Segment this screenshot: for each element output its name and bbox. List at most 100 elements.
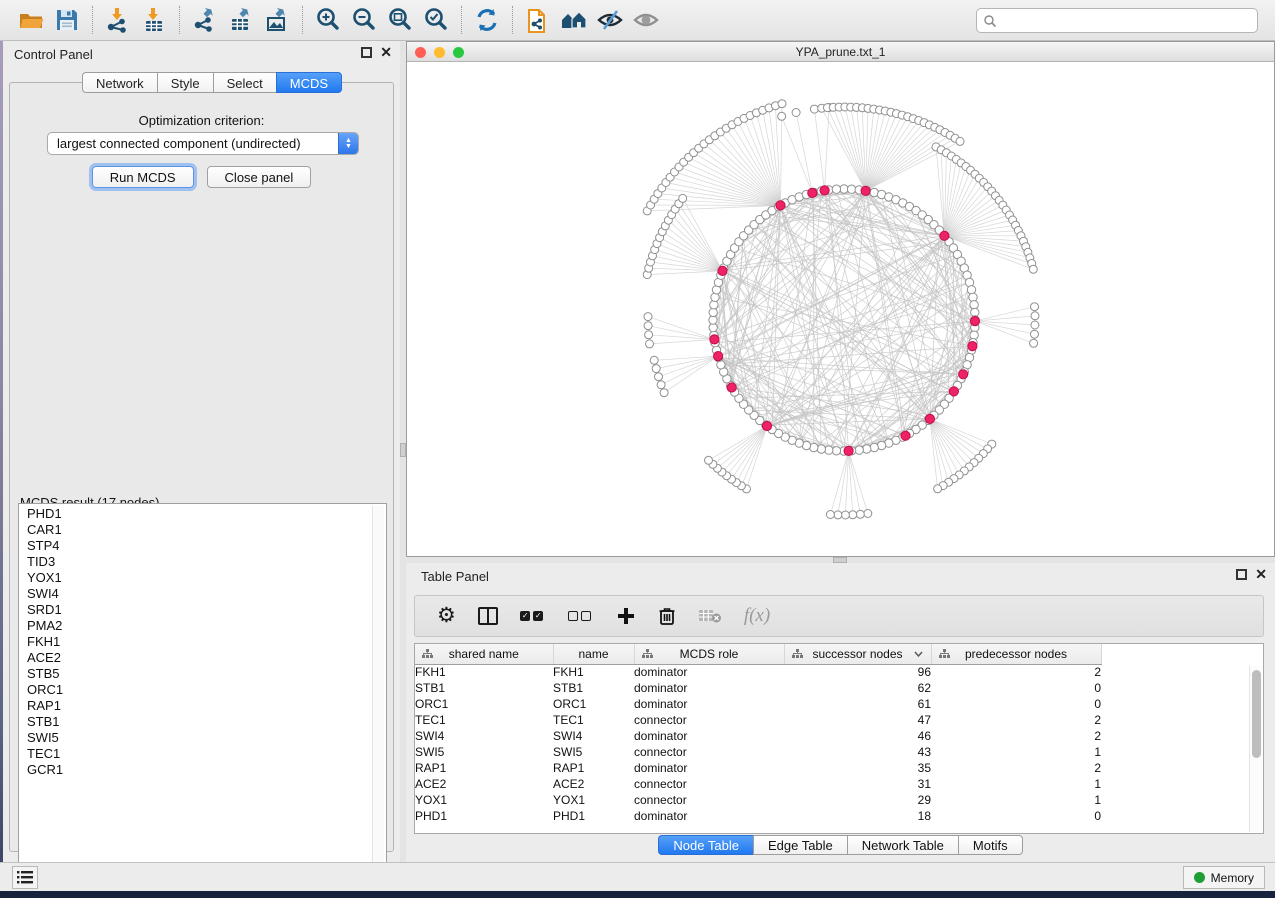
mcds-result-item[interactable]: STP4: [21, 538, 372, 554]
network-leaf-node[interactable]: [679, 194, 687, 202]
export-image-button[interactable]: [262, 5, 292, 35]
mcds-hub-node[interactable]: [714, 352, 723, 361]
cell-shared-name[interactable]: FKH1: [415, 664, 553, 680]
column-header-shared-name[interactable]: shared name: [415, 644, 553, 664]
table-row[interactable]: PHD1PHD1dominator180: [415, 808, 1101, 824]
save-session-button[interactable]: [52, 5, 82, 35]
cell-MCDS-role[interactable]: dominator: [634, 680, 784, 696]
network-leaf-node[interactable]: [778, 112, 786, 120]
cell-name[interactable]: FKH1: [553, 664, 634, 680]
column-header-name[interactable]: name: [553, 644, 634, 664]
table-row[interactable]: RAP1RAP1dominator352: [415, 760, 1101, 776]
table-settings-icon[interactable]: ⚙: [437, 603, 456, 629]
table-row[interactable]: STB1STB1dominator620: [415, 680, 1101, 696]
network-node[interactable]: [709, 308, 717, 316]
mcds-hub-node[interactable]: [959, 370, 968, 379]
delete-table-icon[interactable]: [698, 603, 722, 629]
cell-MCDS-role[interactable]: dominator: [634, 728, 784, 744]
cell-predecessor-nodes[interactable]: 1: [931, 792, 1101, 808]
node-table[interactable]: shared namenameMCDS rolesuccessor nodesp…: [415, 644, 1102, 824]
table-row[interactable]: ORC1ORC1dominator610: [415, 696, 1101, 712]
cell-name[interactable]: STB1: [553, 680, 634, 696]
mcds-result-item[interactable]: SWI5: [21, 730, 372, 746]
cell-successor-nodes[interactable]: 43: [784, 744, 931, 760]
cell-name[interactable]: ORC1: [553, 696, 634, 712]
cell-predecessor-nodes[interactable]: 2: [931, 664, 1101, 680]
search-field[interactable]: [976, 8, 1258, 33]
close-panel-button[interactable]: Close panel: [207, 166, 312, 188]
network-leaf-node[interactable]: [864, 510, 872, 518]
table-row[interactable]: SWI4SWI4dominator462: [415, 728, 1101, 744]
network-leaf-node[interactable]: [645, 331, 653, 339]
mcds-result-item[interactable]: PHD1: [21, 506, 372, 522]
cell-shared-name[interactable]: STB1: [415, 680, 553, 696]
cell-MCDS-role[interactable]: dominator: [634, 696, 784, 712]
table-row[interactable]: FKH1FKH1dominator962: [415, 664, 1101, 680]
zoom-out-button[interactable]: [349, 5, 379, 35]
cell-MCDS-role[interactable]: connector: [634, 712, 784, 728]
tab-style[interactable]: Style: [157, 72, 213, 93]
network-canvas[interactable]: [407, 62, 1274, 556]
network-leaf-node[interactable]: [657, 381, 665, 389]
network-leaf-node[interactable]: [856, 510, 864, 518]
run-mcds-button[interactable]: Run MCDS: [92, 166, 194, 188]
mcds-hub-node[interactable]: [776, 201, 785, 210]
network-leaf-node[interactable]: [644, 313, 652, 321]
mcds-hub-node[interactable]: [901, 431, 910, 440]
cell-successor-nodes[interactable]: 46: [784, 728, 931, 744]
table-row[interactable]: ACE2ACE2connector311: [415, 776, 1101, 792]
network-leaf-node[interactable]: [1031, 321, 1039, 329]
float-panel-icon[interactable]: [361, 47, 372, 58]
network-leaf-node[interactable]: [810, 105, 818, 113]
cell-name[interactable]: YOX1: [553, 792, 634, 808]
tab-node-table[interactable]: Node Table: [658, 835, 753, 855]
network-leaf-node[interactable]: [834, 511, 842, 519]
tab-select[interactable]: Select: [213, 72, 276, 93]
mcds-hub-node[interactable]: [970, 317, 979, 326]
network-node[interactable]: [855, 446, 863, 454]
delete-column-icon[interactable]: [658, 603, 676, 629]
cell-name[interactable]: PHD1: [553, 808, 634, 824]
mcds-hub-node[interactable]: [710, 335, 719, 344]
cell-shared-name[interactable]: ACE2: [415, 776, 553, 792]
network-leaf-node[interactable]: [841, 511, 849, 519]
tab-motifs[interactable]: Motifs: [958, 835, 1023, 855]
mcds-hub-node[interactable]: [762, 421, 771, 430]
tab-mcds[interactable]: MCDS: [276, 72, 342, 93]
network-node[interactable]: [817, 445, 825, 453]
tab-network[interactable]: Network: [82, 72, 157, 93]
cell-MCDS-role[interactable]: connector: [634, 792, 784, 808]
zoom-fit-button[interactable]: [385, 5, 415, 35]
table-scrollbar-thumb[interactable]: [1252, 670, 1261, 758]
optimization-criterion-dropdown[interactable]: largest connected component (undirected)…: [47, 132, 359, 155]
cell-MCDS-role[interactable]: dominator: [634, 760, 784, 776]
network-titlebar[interactable]: YPA_prune.txt_1: [407, 42, 1274, 62]
cell-predecessor-nodes[interactable]: 0: [931, 808, 1101, 824]
export-network-button[interactable]: [190, 5, 220, 35]
network-leaf-node[interactable]: [849, 511, 857, 519]
network-node[interactable]: [870, 443, 878, 451]
cell-shared-name[interactable]: TEC1: [415, 712, 553, 728]
cell-predecessor-nodes[interactable]: 1: [931, 776, 1101, 792]
cell-predecessor-nodes[interactable]: 2: [931, 760, 1101, 776]
mcds-hub-node[interactable]: [925, 414, 934, 423]
cell-MCDS-role[interactable]: dominator: [634, 664, 784, 680]
mcds-result-item[interactable]: YOX1: [21, 570, 372, 586]
cell-shared-name[interactable]: SWI4: [415, 728, 553, 744]
close-table-panel-icon[interactable]: ✕: [1255, 569, 1267, 580]
add-column-icon[interactable]: [616, 603, 636, 629]
network-leaf-node[interactable]: [644, 322, 652, 330]
minimize-window-icon[interactable]: [434, 47, 445, 58]
zoom-selected-button[interactable]: [421, 5, 451, 35]
mcds-hub-node[interactable]: [727, 383, 736, 392]
column-layout-icon[interactable]: [478, 603, 498, 629]
import-network-button[interactable]: [103, 5, 133, 35]
cell-predecessor-nodes[interactable]: 2: [931, 728, 1101, 744]
network-node[interactable]: [970, 301, 978, 309]
show-all-button[interactable]: [631, 5, 661, 35]
mcds-hub-node[interactable]: [949, 387, 958, 396]
network-leaf-node[interactable]: [1031, 330, 1039, 338]
network-leaf-node[interactable]: [1029, 265, 1037, 273]
mcds-result-item[interactable]: SWI4: [21, 586, 372, 602]
table-scrollbar[interactable]: [1249, 666, 1262, 832]
